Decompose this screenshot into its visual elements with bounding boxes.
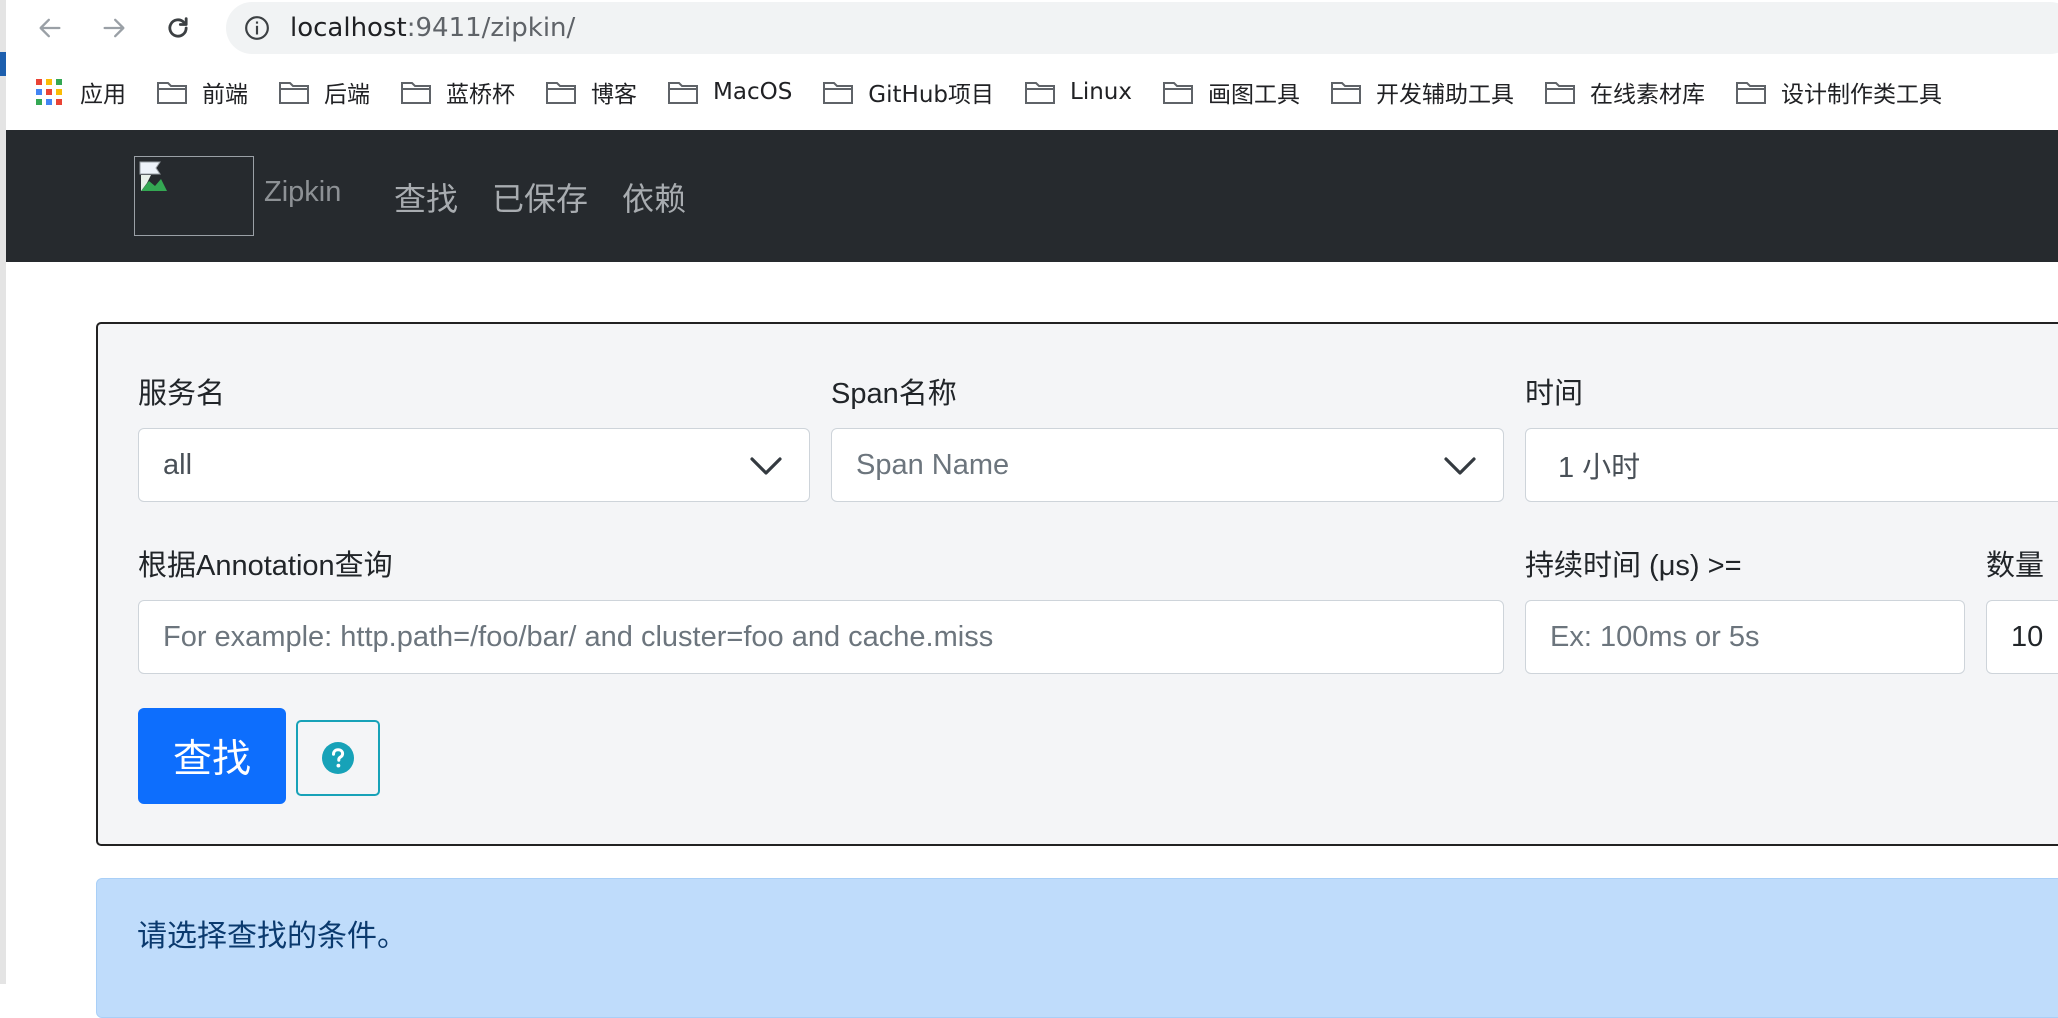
bookmark-folder[interactable]: 画图工具 <box>1162 72 1300 112</box>
bookmark-label: 蓝桥杯 <box>446 82 515 108</box>
bookmark-folder[interactable]: 博客 <box>545 72 637 112</box>
limit-label: 数量 <box>1986 550 2045 582</box>
bookmark-label: 应用 <box>80 82 126 108</box>
bookmarks-bar: 应用 前端 后端 蓝桥杯 博客 MacOS GitHub项目 Linux 画图工… <box>0 70 2058 114</box>
folder-icon <box>157 82 187 104</box>
forward-arrow-icon <box>103 18 125 38</box>
reload-icon <box>168 17 188 38</box>
broken-image-icon <box>139 161 167 191</box>
url-path: :9411/zipkin/ <box>406 13 576 43</box>
annotation-query-input[interactable]: For example: http.path=/foo/bar/ and clu… <box>138 600 1504 674</box>
bookmark-folder[interactable]: 开发辅助工具 <box>1330 72 1514 112</box>
service-name-value: all <box>163 448 193 481</box>
bookmark-label: 后端 <box>324 82 370 108</box>
bookmark-label: 前端 <box>202 82 248 108</box>
duration-placeholder: Ex: 100ms or 5s <box>1550 620 1760 653</box>
folder-icon <box>668 82 698 104</box>
bookmark-label: Linux <box>1070 79 1132 105</box>
folder-icon <box>1025 82 1055 104</box>
service-name-select[interactable]: all <box>138 428 810 502</box>
span-name-select[interactable]: Span Name <box>831 428 1504 502</box>
nav-link-dependencies[interactable]: 依赖 <box>622 174 686 220</box>
bookmark-folder[interactable]: 设计制作类工具 <box>1735 72 1942 112</box>
nav-links: 查找 已保存 依赖 <box>394 174 720 220</box>
bookmark-folder[interactable]: 蓝桥杯 <box>400 72 515 112</box>
folder-icon <box>823 82 854 104</box>
info-circle-icon[interactable] <box>244 15 270 41</box>
duration-input[interactable]: Ex: 100ms or 5s <box>1525 600 1965 674</box>
info-alert: 请选择查找的条件。 <box>96 878 2058 1018</box>
find-button[interactable]: 查找 <box>138 708 286 804</box>
bookmark-label: 画图工具 <box>1207 82 1300 108</box>
bookmark-folder[interactable]: GitHub项目 <box>822 72 994 112</box>
span-name-placeholder: Span Name <box>856 448 1010 481</box>
folder-icon <box>1330 82 1361 104</box>
brand-title[interactable]: Zipkin <box>264 176 341 209</box>
bookmark-label: GitHub项目 <box>868 82 994 108</box>
bookmark-label: 设计制作类工具 <box>1780 82 1942 108</box>
chevron-down-icon <box>1444 457 1476 475</box>
nav-link-saved[interactable]: 已保存 <box>492 174 588 220</box>
bookmark-folder[interactable]: MacOS <box>667 72 792 112</box>
bookmark-folder[interactable]: 后端 <box>278 72 370 112</box>
folder-icon <box>279 82 309 104</box>
url-text[interactable]: localhost:9411/zipkin/ <box>290 13 575 43</box>
browser-toolbar: localhost:9411/zipkin/ <box>0 0 2058 58</box>
alert-message: 请选择查找的条件。 <box>137 919 407 954</box>
span-name-label: Span名称 <box>831 378 957 410</box>
limit-input[interactable]: 10 <box>1986 600 2058 674</box>
question-circle-icon <box>322 742 354 774</box>
apps-grid-icon <box>36 79 62 105</box>
annotation-query-placeholder: For example: http.path=/foo/bar/ and clu… <box>163 620 994 653</box>
address-bar[interactable]: localhost:9411/zipkin/ <box>226 2 2058 54</box>
folder-icon <box>401 82 431 104</box>
time-select[interactable]: 1 小时 <box>1525 428 2058 502</box>
annotation-query-label: 根据Annotation查询 <box>138 550 393 582</box>
bookmark-folder[interactable]: Linux <box>1024 72 1132 112</box>
logo-broken-image[interactable] <box>134 156 254 236</box>
nav-link-find[interactable]: 查找 <box>394 174 458 220</box>
bookmark-folder[interactable]: 前端 <box>156 72 248 112</box>
folder-icon <box>1162 82 1193 104</box>
window-edge <box>0 0 6 984</box>
duration-label: 持续时间 (μs) >= <box>1525 550 1742 582</box>
reload-button[interactable] <box>158 8 198 48</box>
back-button[interactable] <box>30 8 70 48</box>
search-form-card: 服务名 all Span名称 Span Name 时间 1 小时 根据Annot… <box>96 322 2058 846</box>
folder-icon <box>1544 82 1575 104</box>
back-arrow-icon <box>39 18 61 38</box>
browser-chrome: localhost:9411/zipkin/ 应用 前端 后端 蓝桥杯 博客 M… <box>0 0 2058 130</box>
bookmark-folder[interactable]: 在线素材库 <box>1544 72 1705 112</box>
time-label: 时间 <box>1525 378 1584 410</box>
folder-icon <box>546 82 576 104</box>
bookmark-apps[interactable]: 应用 <box>36 72 126 112</box>
bookmark-label: 博客 <box>591 82 637 108</box>
zipkin-navbar: Zipkin 查找 已保存 依赖 <box>6 130 2058 262</box>
service-name-label: 服务名 <box>138 378 226 410</box>
help-button[interactable] <box>296 720 380 796</box>
url-host: localhost <box>290 13 407 43</box>
forward-button[interactable] <box>94 8 134 48</box>
bookmark-label: MacOS <box>713 79 793 105</box>
folder-icon <box>1735 82 1766 104</box>
bookmark-label: 在线素材库 <box>1589 82 1705 108</box>
chevron-down-icon <box>750 457 782 475</box>
bookmark-label: 开发辅助工具 <box>1375 82 1514 108</box>
time-value: 1 小时 <box>1558 452 1641 484</box>
limit-value: 10 <box>2011 620 2044 653</box>
